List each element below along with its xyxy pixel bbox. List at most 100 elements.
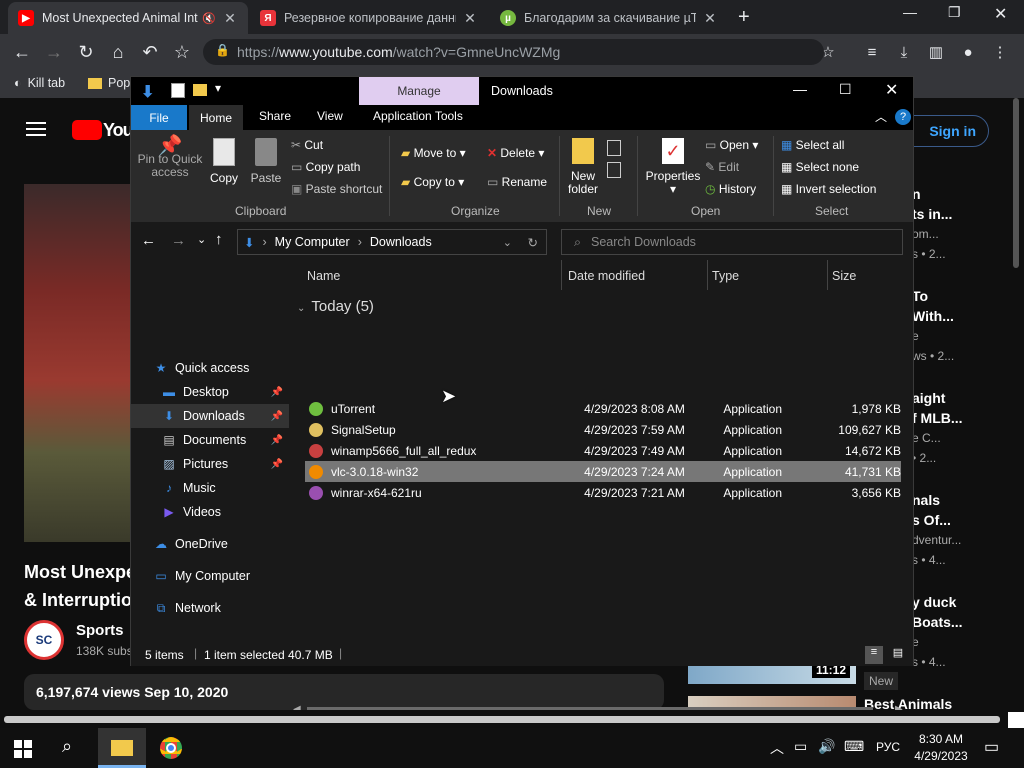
rename-button[interactable]: ▭ Rename [487,175,547,189]
related-video-3[interactable]: aight f MLB... e C... • 2... [912,388,963,468]
browser-tab-utorrent[interactable]: µ Благодарим за скачивание µTor ✕ [490,2,728,34]
select-all-button[interactable]: ▦ Select all [781,138,844,152]
open-button[interactable]: ▭ Open ▾ [705,138,758,152]
related-video-5[interactable]: y duck Boats... e s • 4... [912,592,963,672]
chrome-icon[interactable] [160,737,182,759]
search-icon[interactable]: ⌕ [62,736,72,757]
breadcrumb[interactable]: ⬇ › My Computer › Downloads ⌄ ↻ [237,229,547,255]
channel-avatar[interactable]: SC [24,620,64,660]
customize-toolbar-icon[interactable]: ▾ [215,81,221,95]
nav-item-music[interactable]: ♪ Music [131,476,289,500]
scrollbar[interactable] [1008,98,1024,270]
close-tab-icon[interactable]: ✕ [702,10,718,27]
paste-shortcut-button[interactable]: ▣ Paste shortcut [291,182,382,196]
address-dropdown-icon[interactable]: ⌄ [503,236,512,249]
close-tab-icon[interactable]: ✕ [462,10,478,27]
column-type[interactable]: Type [712,269,739,283]
browser-tab-youtube[interactable]: ▶ Most Unexpected Animal Int 🔇 ✕ [8,2,248,34]
home-button[interactable]: ⌂ [106,40,130,64]
network-icon[interactable]: ▭ [794,738,807,755]
column-name[interactable]: Name [307,269,340,283]
move-to-button[interactable]: ▰ Move to ▾ [401,146,466,160]
maximize-button[interactable]: ☐ [839,81,852,98]
pin-icon[interactable]: 📌 [271,387,283,398]
edit-button[interactable]: ✎ Edit [705,160,739,174]
bookmark-star-icon[interactable]: ☆ [170,40,194,64]
cut-button[interactable]: ✂ Cut [291,138,323,152]
back-arrow-icon[interactable]: ← [141,232,156,249]
copy-path-button[interactable]: ▭ Copy path [291,160,360,174]
easy-access-icon[interactable] [607,162,621,178]
related-video-2[interactable]: To With... e ws • 2... [912,286,954,366]
related-video-4[interactable]: nals s Of... dventur... s • 4... [912,490,961,570]
copy-button[interactable]: Copy [207,138,241,185]
select-none-button[interactable]: ▦ Select none [781,160,859,174]
refresh-icon[interactable]: ↻ [528,235,538,250]
nav-item-network[interactable]: ⧉ Network [131,596,289,620]
youtube-logo-icon[interactable] [72,120,102,140]
reload-button[interactable]: ↻ [74,40,98,64]
minimize-button[interactable]: — [903,4,917,20]
show-hidden-icons-icon[interactable]: ︿ [770,738,784,758]
menu-icon[interactable]: ⋮ [988,40,1012,64]
channel-name[interactable]: Sports [76,622,124,639]
pin-to-quick-access-button[interactable]: 📌 Pin to Quick access [137,136,203,179]
volume-icon[interactable]: 🔊 [818,738,835,755]
bookmark-kill-tab[interactable]: ◐ Kill tab [14,76,65,90]
column-size[interactable]: Size [832,269,856,283]
nav-item-onedrive[interactable]: ☁ OneDrive [131,532,289,556]
tab-application-tools[interactable]: Application Tools [373,109,463,123]
new-item-icon[interactable] [607,140,621,156]
minimize-button[interactable]: — [793,81,807,97]
invert-selection-button[interactable]: ▦ Invert selection [781,182,876,196]
mute-icon[interactable]: 🔇 [202,12,216,25]
clock[interactable]: 8:30 AM 4/29/2023 [910,731,972,765]
up-arrow-icon[interactable]: ↑ [215,231,223,248]
history-button[interactable]: ◷ History [705,182,756,196]
close-button[interactable]: ✕ [885,80,898,100]
new-folder-button[interactable]: New folder [565,138,601,196]
hamburger-icon[interactable] [26,122,46,136]
folder-quick-icon[interactable] [193,84,207,96]
recent-locations-icon[interactable]: ⌄ [197,233,206,246]
tab-file[interactable]: File [131,105,187,130]
language-indicator[interactable]: РУС [876,740,900,754]
nav-item-documents[interactable]: ▤ Documents 📌 [131,428,289,452]
page-scrollbar-thumb[interactable] [4,716,1000,723]
video-player[interactable] [24,184,132,542]
group-header-today[interactable]: ⌄ Today (5) [297,298,374,315]
forward-button[interactable]: → [42,40,66,64]
pin-icon[interactable]: 📌 [271,435,283,446]
large-icons-view-icon[interactable]: ▤ [889,646,907,664]
file-row[interactable]: uTorrent 4/29/2023 8:08 AM Application 1,97… [305,398,901,419]
notification-icon[interactable]: ▭ [984,737,999,757]
details-view-icon[interactable]: ≡ [865,646,883,664]
nav-item-videos[interactable]: ▶ Videos [131,500,289,524]
tab-share[interactable]: Share [259,109,291,123]
pin-icon[interactable]: 📌 [271,411,283,422]
undo-icon[interactable]: ↶ [138,40,162,64]
address-bar[interactable]: 🔒 https://www.youtube.com/watch?v=GmneUn… [203,39,824,65]
pin-icon[interactable]: 📌 [271,459,283,470]
search-input[interactable]: ⌕ Search Downloads [561,229,903,255]
nav-item-pictures[interactable]: ▨ Pictures 📌 [131,452,289,476]
browser-tab-yandex[interactable]: Я Резервное копирование данны ✕ [250,2,488,34]
copy-to-button[interactable]: ▰ Copy to ▾ [401,175,464,189]
breadcrumb-my-computer[interactable]: My Computer [275,235,350,249]
close-window-button[interactable]: ✕ [994,4,1007,24]
profile-icon[interactable]: ● [956,40,980,64]
nav-item-downloads[interactable]: ⬇ Downloads 📌 [131,404,289,428]
nav-item-desktop[interactable]: ▬ Desktop 📌 [131,380,289,404]
file-row[interactable]: winrar-x64-621ru 4/29/2023 7:21 AM Applica… [305,482,901,503]
file-row[interactable]: winamp5666_full_all_redux 4/29/2023 7:49 … [305,440,901,461]
close-tab-icon[interactable]: ✕ [222,10,238,27]
paste-button[interactable]: Paste [249,138,283,185]
collapse-ribbon-icon[interactable]: ︿ [875,108,887,125]
downloads-icon[interactable]: ⤓ [892,40,916,64]
properties-quick-icon[interactable] [171,83,185,98]
new-tab-button[interactable]: + [738,6,750,29]
tab-view[interactable]: View [317,109,343,123]
nav-item-my-computer[interactable]: ▭ My Computer [131,564,289,588]
bookmark-folder[interactable]: Pop [88,76,130,90]
back-button[interactable]: ← [10,40,34,64]
